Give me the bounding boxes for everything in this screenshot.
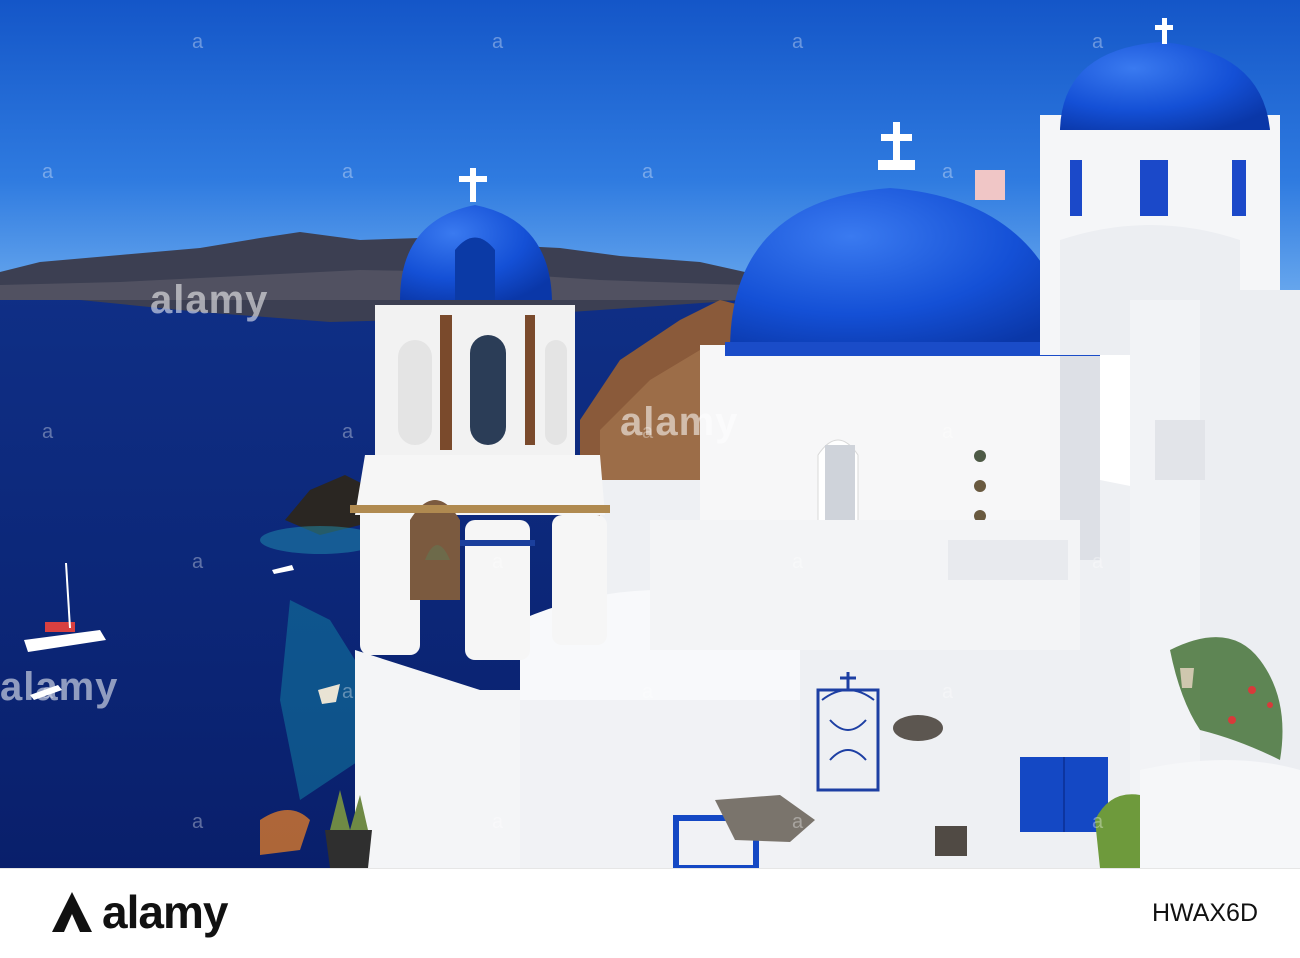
- svg-text:a: a: [792, 551, 804, 573]
- watermark-text: alamy: [620, 400, 739, 444]
- alamy-logo-icon: [52, 892, 92, 932]
- svg-text:a: a: [1092, 31, 1104, 53]
- svg-text:a: a: [192, 811, 204, 833]
- image-id: HWAX6D: [1151, 899, 1258, 927]
- svg-text:a: a: [342, 681, 354, 703]
- svg-text:a: a: [342, 421, 354, 443]
- svg-text:a: a: [342, 161, 354, 183]
- svg-text:a: a: [942, 421, 954, 443]
- svg-text:a: a: [792, 811, 804, 833]
- svg-text:a: a: [192, 31, 204, 53]
- right-buildings: [1130, 290, 1300, 868]
- svg-text:a: a: [492, 551, 504, 573]
- svg-text:a: a: [642, 161, 654, 183]
- stock-photo: aaaa aaaa aaaa aaaa aaaa aaaa alamy alam…: [0, 0, 1300, 868]
- flower-pot: [325, 830, 372, 868]
- footer-bar: alamy HWAX6D: [0, 868, 1300, 958]
- watermark-text: alamy: [0, 665, 119, 709]
- svg-text:a: a: [1092, 811, 1104, 833]
- brand[interactable]: alamy: [50, 886, 228, 938]
- svg-text:a: a: [642, 681, 654, 703]
- svg-text:a: a: [492, 31, 504, 53]
- svg-text:a: a: [42, 161, 54, 183]
- right-lamp: [1180, 668, 1194, 688]
- svg-text:a: a: [42, 421, 54, 443]
- millstone: [893, 715, 943, 741]
- watermark-text: alamy: [150, 278, 269, 322]
- svg-text:a: a: [942, 161, 954, 183]
- svg-text:a: a: [1092, 551, 1104, 573]
- svg-text:a: a: [492, 811, 504, 833]
- svg-text:a: a: [792, 31, 804, 53]
- brand-name: alamy: [102, 886, 228, 938]
- svg-text:a: a: [192, 551, 204, 573]
- svg-text:a: a: [942, 681, 954, 703]
